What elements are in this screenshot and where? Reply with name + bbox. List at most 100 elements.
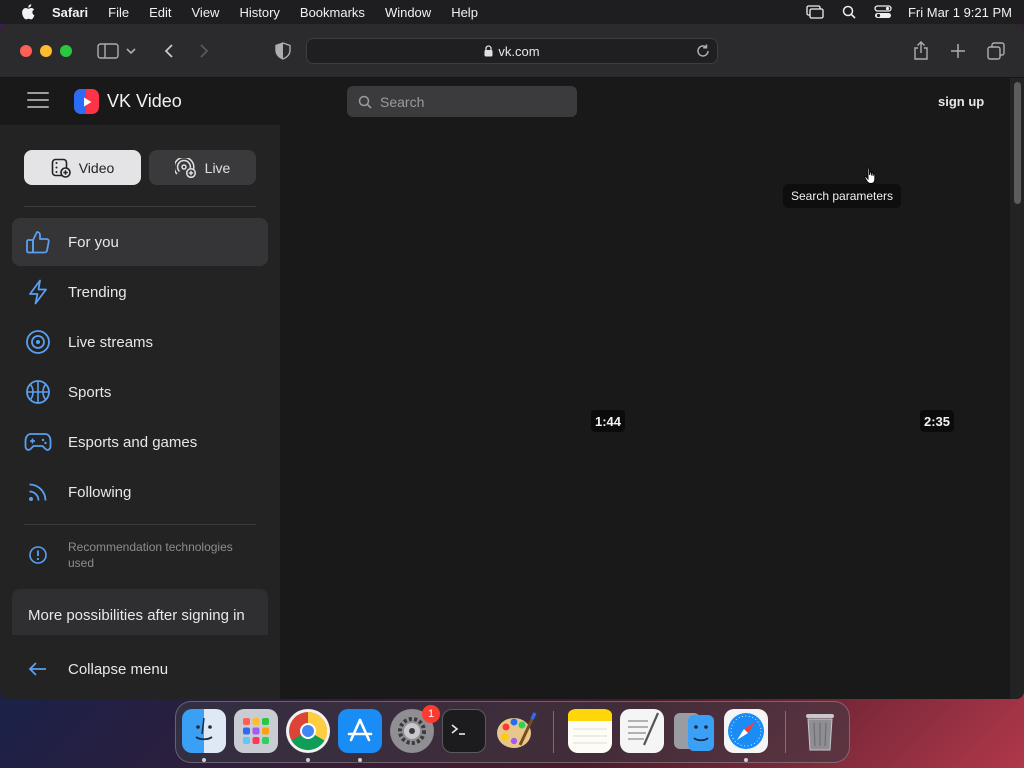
chrome-icon[interactable] xyxy=(286,709,330,753)
sidebar-item-sports[interactable]: Sports xyxy=(12,368,268,416)
live-circle-icon xyxy=(24,328,52,356)
menu-bar: Safari File Edit View History Bookmarks … xyxy=(0,0,1024,24)
notes-icon[interactable] xyxy=(568,709,612,753)
system-settings-icon[interactable]: 1 xyxy=(390,705,440,753)
sidebar-item-label: Live streams xyxy=(68,333,154,351)
menu-history[interactable]: History xyxy=(239,5,279,20)
live-broadcast-icon xyxy=(174,157,197,178)
reload-icon[interactable] xyxy=(695,43,711,59)
running-indicator xyxy=(202,758,206,762)
web-page: VK Video Search sign up Video Live For y… xyxy=(0,78,1024,699)
lock-icon xyxy=(484,45,493,57)
video-duration-badge: 2:35 xyxy=(920,410,955,432)
sign-up-button[interactable]: sign up xyxy=(938,94,984,109)
privacy-shield-icon[interactable] xyxy=(271,40,295,62)
tab-overview-icon[interactable] xyxy=(984,40,1008,62)
play-logo-icon xyxy=(74,89,99,114)
menu-help[interactable]: Help xyxy=(451,5,478,20)
screen-mirroring-icon[interactable] xyxy=(804,4,826,20)
more-possibilities-text: More possibilities after signing in xyxy=(28,607,245,624)
trash-icon[interactable] xyxy=(798,709,842,753)
back-icon[interactable] xyxy=(157,40,181,62)
video-library-icon xyxy=(51,158,71,178)
control-center-icon[interactable] xyxy=(872,4,894,20)
search-input[interactable]: Search xyxy=(347,86,577,117)
page-scrollbar[interactable] xyxy=(1010,78,1024,699)
tab-video[interactable]: Video xyxy=(24,150,141,185)
safari-icon[interactable] xyxy=(724,709,768,753)
collapse-menu-label: Collapse menu xyxy=(68,660,169,678)
lightning-icon xyxy=(24,278,52,306)
hand-cursor-icon xyxy=(864,167,878,190)
menu-file[interactable]: File xyxy=(108,5,129,20)
notification-badge: 1 xyxy=(422,705,440,723)
running-indicator xyxy=(306,758,310,762)
sidebar-item-for-you[interactable]: For you xyxy=(12,218,268,266)
gamepad-icon xyxy=(24,428,52,456)
spotlight-search-icon[interactable] xyxy=(838,4,860,20)
menu-window[interactable]: Window xyxy=(385,5,431,20)
sidebar-item-label: Esports and games xyxy=(68,433,198,451)
new-tab-icon[interactable] xyxy=(946,40,970,62)
running-indicator xyxy=(358,758,362,762)
dock: 1 xyxy=(175,701,850,763)
search-icon xyxy=(358,95,372,109)
scrollbar-thumb[interactable] xyxy=(1014,82,1021,204)
rss-icon xyxy=(24,478,52,506)
sidebar-toggle-icon[interactable] xyxy=(96,40,120,62)
paintbrush-icon[interactable] xyxy=(494,709,538,753)
arrow-left-icon xyxy=(24,655,52,683)
tab-live[interactable]: Live xyxy=(149,150,256,185)
browser-window: vk.com VK Video Search sign up Video Liv… xyxy=(0,24,1024,699)
textedit-icon[interactable] xyxy=(620,709,664,753)
close-window-button[interactable] xyxy=(20,45,32,57)
menu-bookmarks[interactable]: Bookmarks xyxy=(300,5,365,20)
menu-edit[interactable]: Edit xyxy=(149,5,171,20)
zoom-window-button[interactable] xyxy=(60,45,72,57)
recommendation-note[interactable]: Recommendation technologies used xyxy=(24,539,256,571)
sidebar-item-label: Following xyxy=(68,483,132,501)
recommendation-note-text: Recommendation technologies used xyxy=(68,540,233,570)
hamburger-menu-icon[interactable] xyxy=(27,92,49,110)
running-indicator xyxy=(744,758,748,762)
dock-separator xyxy=(553,711,554,753)
menu-view[interactable]: View xyxy=(192,5,220,20)
sidebar-item-label: Sports xyxy=(68,383,112,401)
menu-app-name[interactable]: Safari xyxy=(52,5,88,20)
video-feed: 1:44 2:35 Search parameters xyxy=(280,125,1010,699)
search-parameters-tooltip: Search parameters xyxy=(783,184,902,208)
sidebar-item-live-streams[interactable]: Live streams xyxy=(12,318,268,366)
collapse-menu-button[interactable]: Collapse menu xyxy=(12,645,268,693)
forward-icon[interactable] xyxy=(192,40,216,62)
migration-assistant-icon[interactable] xyxy=(672,709,716,753)
share-icon[interactable] xyxy=(909,40,933,62)
site-header: VK Video Search sign up xyxy=(0,78,1010,125)
more-possibilities-card[interactable]: More possibilities after signing in xyxy=(12,589,268,635)
thumbs-up-icon xyxy=(24,228,52,256)
sidebar-divider xyxy=(24,524,256,525)
sidebar-item-esports[interactable]: Esports and games xyxy=(12,418,268,466)
dock-separator xyxy=(785,711,786,753)
sidebar-item-trending[interactable]: Trending xyxy=(12,268,268,316)
browser-toolbar: vk.com xyxy=(0,24,1024,78)
sidebar-item-following[interactable]: Following xyxy=(12,468,268,516)
launchpad-icon[interactable] xyxy=(234,709,278,753)
info-circle-icon xyxy=(24,541,52,569)
finder-icon[interactable] xyxy=(182,709,226,753)
basketball-icon xyxy=(24,378,52,406)
address-url: vk.com xyxy=(498,43,540,59)
video-duration-badge: 1:44 xyxy=(591,410,626,432)
sidebar-divider xyxy=(24,206,256,207)
terminal-icon[interactable] xyxy=(442,709,486,753)
tab-live-label: Live xyxy=(204,159,231,176)
vk-video-logo[interactable]: VK Video xyxy=(74,89,182,114)
address-bar[interactable]: vk.com xyxy=(306,38,718,64)
chevron-down-icon[interactable] xyxy=(124,40,138,62)
apple-icon[interactable] xyxy=(18,2,38,22)
sidebar-item-label: Trending xyxy=(68,283,127,301)
logo-text: VK Video xyxy=(107,91,182,111)
menu-clock[interactable]: Fri Mar 1 9:21 PM xyxy=(908,5,1012,20)
sidebar-item-label: For you xyxy=(68,233,119,251)
app-store-icon[interactable] xyxy=(338,709,382,753)
minimize-window-button[interactable] xyxy=(40,45,52,57)
